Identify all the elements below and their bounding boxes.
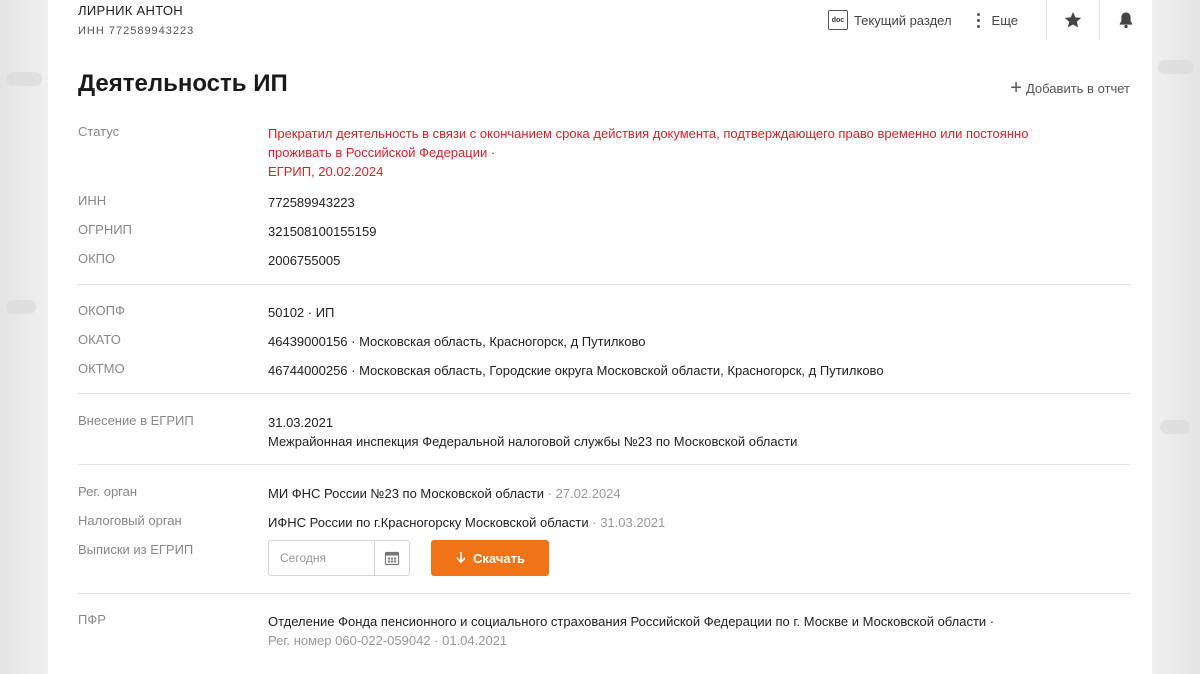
more-button[interactable]: Еще [976, 11, 1018, 29]
extracts-label: Выписки из ЕГРИП [78, 542, 194, 557]
status-label: Статус [78, 124, 120, 139]
ogrnip-value: 321508100155159 [268, 224, 377, 239]
extract-date-input[interactable]: Сегодня [269, 541, 375, 575]
doc-icon: doc [827, 10, 848, 30]
pfr-row: ПФР Отделение Фонда пенсионного и социал… [78, 612, 1130, 652]
notifications-button[interactable] [1100, 0, 1152, 40]
star-icon [1064, 12, 1082, 28]
calendar-icon [384, 551, 400, 566]
top-actions: doc Текущий раздел Еще [827, 0, 1152, 40]
okopf-label: ОКОПФ [78, 303, 125, 318]
extract-date-field[interactable]: Сегодня [268, 540, 410, 576]
okato-label: ОКАТО [78, 332, 121, 347]
tax-organ-name: ИФНС России по г.Красногорску Московской… [268, 515, 589, 530]
pfr-reg-number: Рег. номер 060-022-059042 · 01.04.2021 [268, 633, 508, 648]
download-label: Скачать [473, 550, 525, 566]
reg-organ-value: МИ ФНС России №23 по Московской области … [268, 484, 621, 503]
more-vertical-icon [976, 11, 982, 29]
status-row: Статус Прекратил деятельность в связи с … [78, 124, 1130, 184]
pfr-value: Отделение Фонда пенсионного и социальног… [268, 612, 994, 650]
section-divider [78, 393, 1130, 394]
tax-organ-date: · 31.03.2021 [592, 515, 666, 530]
current-section-button[interactable]: doc Текущий раздел [827, 10, 952, 30]
status-source: ЕГРИП, 20.02.2024 [268, 164, 384, 179]
pfr-label: ПФР [78, 612, 106, 627]
section-divider [78, 464, 1130, 465]
page-title: Деятельность ИП [78, 70, 288, 97]
background-blur-shape [1160, 420, 1190, 434]
oktmo-label: ОКТМО [78, 361, 125, 376]
reg-organ-label: Рег. орган [78, 484, 138, 499]
download-arrow-icon [455, 551, 467, 565]
extracts-row: Выписки из ЕГРИП Сегодня Скачать [78, 540, 1130, 582]
section-divider [78, 284, 1130, 285]
reg-organ-name: МИ ФНС России №23 по Московской области [268, 486, 545, 501]
okpo-value: 2006755005 [268, 253, 341, 268]
main-card: Деятельность ИП + Добавить в отчет Стату… [48, 46, 1152, 674]
top-bar: ЛИРНИК АНТОН ИНН 772589943223 doc Текущи… [48, 0, 1152, 46]
favorite-button[interactable] [1047, 0, 1099, 40]
okopf-value: 50102 · ИП [268, 305, 335, 320]
section-divider [78, 593, 1130, 594]
tax-organ-value: ИФНС России по г.Красногорску Московской… [268, 513, 665, 532]
add-report-label: Добавить в отчет [1025, 80, 1130, 96]
egrip-entry-authority: Межрайонная инспекция Федеральной налого… [268, 434, 798, 449]
status-value: Прекратил деятельность в связи с окончан… [268, 124, 1028, 181]
current-section-label: Текущий раздел [853, 12, 952, 28]
background-blur-right [1152, 0, 1200, 674]
background-blur-shape [6, 72, 42, 86]
more-label: Еще [991, 12, 1018, 28]
inn-value: 772589943223 [268, 195, 355, 210]
company-inn: ИНН 772589943223 [78, 25, 195, 37]
background-blur-shape [6, 300, 36, 314]
egrip-entry-label: Внесение в ЕГРИП [78, 413, 194, 428]
okato-value: 46439000156 · Московская область, Красно… [268, 334, 646, 349]
download-button[interactable]: Скачать [431, 540, 549, 576]
background-blur-shape [1158, 60, 1194, 74]
status-text-line2: проживать в Российской Федерации · [268, 145, 496, 160]
company-name[interactable]: ЛИРНИК АНТОН [78, 3, 183, 18]
oktmo-value: 46744000256 · Московская область, Городс… [268, 363, 884, 378]
tax-organ-label: Налоговый орган [78, 513, 182, 528]
ogrnip-label: ОГРНИП [78, 222, 132, 237]
status-text-line1: Прекратил деятельность в связи с окончан… [268, 126, 1029, 141]
calendar-button[interactable] [375, 541, 409, 575]
add-to-report-button[interactable]: + Добавить в отчет [1010, 78, 1130, 98]
egrip-entry-row: Внесение в ЕГРИП 31.03.2021 Межрайонная … [78, 413, 1130, 453]
egrip-entry-value: 31.03.2021 Межрайонная инспекция Федерал… [268, 413, 797, 451]
background-blur-left [0, 0, 48, 674]
inn-label: ИНН [78, 193, 107, 208]
plus-icon: + [1010, 77, 1022, 99]
egrip-entry-date: 31.03.2021 [268, 415, 334, 430]
bell-icon [1119, 12, 1133, 29]
pfr-name: Отделение Фонда пенсионного и социальног… [268, 614, 995, 629]
okpo-label: ОКПО [78, 251, 116, 266]
reg-organ-date: · 27.02.2024 [547, 486, 621, 501]
